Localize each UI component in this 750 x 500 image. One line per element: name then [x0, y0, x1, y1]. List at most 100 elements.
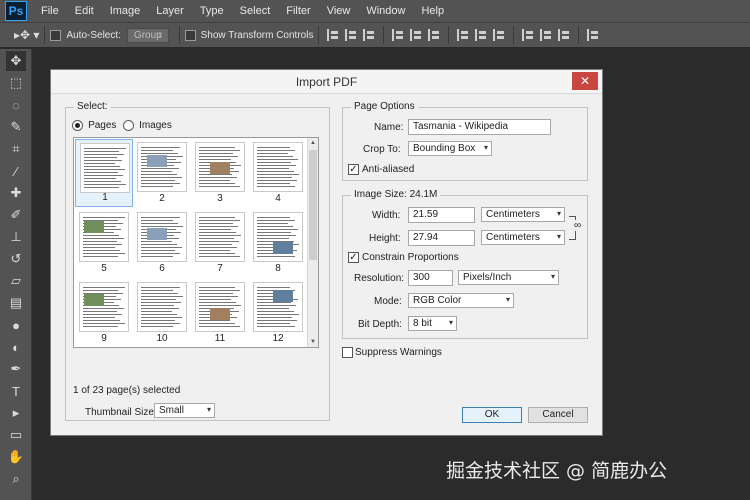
options-divider	[44, 26, 46, 44]
distribute-left-icon[interactable]	[522, 29, 534, 41]
dodge-tool-icon[interactable]: ◐	[6, 337, 26, 357]
page-thumbnail[interactable]: 2	[133, 139, 191, 207]
scroll-up-icon[interactable]: ▲	[308, 138, 318, 148]
chevron-down-icon: ▾	[556, 232, 561, 241]
lasso-tool-icon[interactable]: ◌	[6, 95, 26, 115]
shape-tool-icon[interactable]: ▭	[6, 425, 26, 445]
menu-type[interactable]: Type	[192, 5, 232, 17]
page-thumbnail[interactable]: 11	[191, 279, 249, 347]
options-divider	[178, 26, 180, 44]
height-field[interactable]: 27.94	[408, 230, 475, 246]
page-thumbnails[interactable]: 1 2 3 4 5 6 7 8 9 10 11 12 ▲ ▼	[73, 137, 319, 348]
name-field[interactable]: Tasmania - Wikipedia	[408, 119, 551, 135]
menu-select[interactable]: Select	[232, 5, 279, 17]
page-number: 2	[159, 193, 165, 204]
menu-image[interactable]: Image	[102, 5, 149, 17]
distribute-bottom-icon[interactable]	[493, 29, 505, 41]
transform-controls-checkbox[interactable]	[184, 29, 196, 41]
page-options-group: Page Options Name: Tasmania - Wikipedia …	[342, 101, 588, 181]
healing-brush-icon[interactable]: ✚	[6, 183, 26, 203]
suppress-warnings-label: Suppress Warnings	[355, 347, 442, 358]
eraser-tool-icon[interactable]: ▱	[6, 271, 26, 291]
auto-select-checkbox[interactable]	[50, 29, 62, 41]
hand-tool-icon[interactable]: ✋	[6, 447, 26, 467]
mode-select[interactable]: RGB Color ▾	[408, 293, 514, 308]
constrain-proportions-checkbox[interactable]: ✓	[348, 252, 359, 263]
anti-aliased-checkbox[interactable]: ✓	[348, 164, 359, 175]
pen-tool-icon[interactable]: ✒	[6, 359, 26, 379]
path-select-icon[interactable]: ▸	[6, 403, 26, 423]
images-radio-option[interactable]: Images	[123, 119, 172, 131]
zoom-tool-icon[interactable]: ⌕	[6, 469, 26, 489]
width-unit-select[interactable]: Centimeters ▾	[481, 207, 565, 222]
crop-to-select[interactable]: Bounding Box ▾	[408, 141, 492, 156]
close-button[interactable]: ✕	[572, 72, 598, 90]
type-tool-icon[interactable]: T	[6, 381, 26, 401]
resolution-field[interactable]: 300	[408, 270, 453, 286]
suppress-warnings-checkbox[interactable]	[342, 347, 353, 358]
menu-edit[interactable]: Edit	[67, 5, 102, 17]
crop-tool-icon[interactable]: ⌗	[6, 139, 26, 159]
page-thumbnail[interactable]: 1	[75, 139, 133, 207]
auto-align-icon[interactable]	[587, 29, 599, 41]
thumbnail-scrollbar[interactable]: ▲ ▼	[307, 138, 318, 347]
brush-tool-icon[interactable]: ✐	[6, 205, 26, 225]
height-unit-select[interactable]: Centimeters ▾	[481, 230, 565, 245]
page-preview	[80, 143, 130, 193]
bit-depth-select[interactable]: 8 bit ▾	[408, 316, 457, 331]
menu-view[interactable]: View	[319, 5, 359, 17]
width-field[interactable]: 21.59	[408, 207, 475, 223]
distribute-hcenter-icon[interactable]	[540, 29, 552, 41]
menu-layer[interactable]: Layer	[148, 5, 192, 17]
page-thumbnail[interactable]: 7	[191, 209, 249, 277]
dialog-title: Import PDF	[295, 75, 358, 89]
page-thumbnail[interactable]: 6	[133, 209, 191, 277]
scroll-down-icon[interactable]: ▼	[308, 337, 318, 347]
align-top-icon[interactable]	[327, 29, 339, 41]
ok-button[interactable]: OK	[462, 407, 522, 423]
move-tool-icon[interactable]: ✥	[6, 51, 26, 71]
options-divider	[578, 26, 580, 44]
options-bar: ▸✥ ▾ Auto-Select: Group ⇕ Show Transform…	[0, 22, 750, 48]
thumbnail-size-select[interactable]: Small ▾	[154, 403, 215, 418]
blur-tool-icon[interactable]: ●	[6, 315, 26, 335]
scrollbar-thumb[interactable]	[309, 150, 317, 260]
pages-radio-option[interactable]: Pages	[72, 119, 116, 131]
resolution-unit-select[interactable]: Pixels/Inch ▾	[458, 270, 559, 285]
move-tool-preset-icon[interactable]: ▸✥ ▾	[14, 28, 39, 42]
page-preview	[79, 282, 129, 332]
menu-file[interactable]: File	[33, 5, 67, 17]
thumbnail-size-label: Thumbnail Size:	[85, 407, 157, 418]
distribute-right-icon[interactable]	[558, 29, 570, 41]
page-thumbnail[interactable]: 12	[249, 279, 307, 347]
menu-help[interactable]: Help	[413, 5, 452, 17]
align-left-icon[interactable]	[392, 29, 404, 41]
page-thumbnail[interactable]: 9	[75, 279, 133, 347]
page-preview	[253, 282, 303, 332]
align-bottom-icon[interactable]	[363, 29, 375, 41]
quick-select-tool-icon[interactable]: ✎	[6, 117, 26, 137]
menu-window[interactable]: Window	[358, 5, 413, 17]
page-thumbnail[interactable]: 3	[191, 139, 249, 207]
marquee-tool-icon[interactable]: ⬚	[6, 73, 26, 93]
page-thumbnail[interactable]: 8	[249, 209, 307, 277]
cancel-button[interactable]: Cancel	[528, 407, 588, 423]
auto-select-label: Auto-Select:	[66, 29, 121, 41]
page-thumbnail[interactable]: 5	[75, 209, 133, 277]
align-right-icon[interactable]	[428, 29, 440, 41]
align-vcenter-icon[interactable]	[345, 29, 357, 41]
history-brush-icon[interactable]: ↺	[6, 249, 26, 269]
eyedropper-tool-icon[interactable]: ⁄	[6, 161, 26, 181]
align-hcenter-icon[interactable]	[410, 29, 422, 41]
gradient-tool-icon[interactable]: ▤	[6, 293, 26, 313]
menu-filter[interactable]: Filter	[278, 5, 318, 17]
crop-to-label: Crop To:	[363, 144, 401, 155]
page-thumbnail[interactable]: 10	[133, 279, 191, 347]
pages-radio[interactable]	[72, 119, 83, 131]
clone-stamp-icon[interactable]: ⊥	[6, 227, 26, 247]
distribute-vcenter-icon[interactable]	[475, 29, 487, 41]
distribute-top-icon[interactable]	[457, 29, 469, 41]
page-preview	[195, 212, 245, 262]
images-radio[interactable]	[123, 119, 134, 131]
page-thumbnail[interactable]: 4	[249, 139, 307, 207]
